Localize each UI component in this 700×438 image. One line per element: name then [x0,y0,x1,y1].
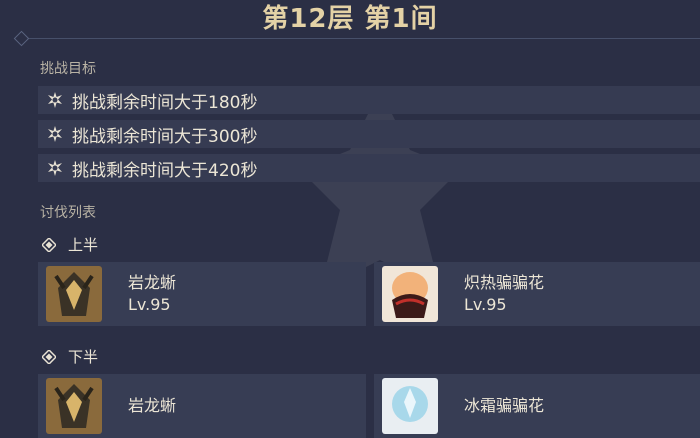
enemy-name: 岩龙蜥 [128,396,177,415]
enemy-card[interactable]: 岩龙蜥 Lv.95 [38,262,366,326]
enemy-card[interactable]: 冰霜骗骗花 [374,374,700,438]
objective-row: 挑战剩余时间大于180秒 [38,86,700,114]
enemy-card[interactable]: 岩龙蜥 [38,374,366,438]
enemy-name: 冰霜骗骗花 [464,396,545,415]
enemy-name: 岩龙蜥 [128,273,177,292]
star-icon [44,92,66,108]
diamond-icon [42,237,56,252]
first-half-label: 上半 [42,234,98,255]
objective-text: 挑战剩余时间大于180秒 [72,92,258,113]
header-divider [22,38,700,39]
enemy-portrait-rock-lizard [46,266,102,322]
objectives-label: 挑战目标 [40,61,96,77]
diamond-icon [42,349,56,364]
enemy-card[interactable]: 炽热骗骗花 Lv.95 [374,262,700,326]
enemy-portrait-pyro-whopperflower [382,266,438,322]
objective-row: 挑战剩余时间大于300秒 [38,120,700,148]
enemy-level: Lv.95 [128,295,171,314]
page-title: 第12层 第1间 [262,4,438,34]
enemy-portrait-rock-lizard [46,378,102,434]
enemy-level: Lv.95 [464,295,507,314]
star-icon [44,160,66,176]
objective-text: 挑战剩余时间大于300秒 [72,126,258,147]
enemies-label: 讨伐列表 [40,205,96,221]
first-half-text: 上半 [68,236,99,254]
star-icon [44,126,66,142]
enemy-portrait-cryo-whopperflower [382,378,438,434]
second-half-text: 下半 [68,348,99,366]
enemy-name: 炽热骗骗花 [464,273,545,292]
objective-row: 挑战剩余时间大于420秒 [38,154,700,182]
objective-text: 挑战剩余时间大于420秒 [72,160,258,181]
second-half-label: 下半 [42,346,98,367]
